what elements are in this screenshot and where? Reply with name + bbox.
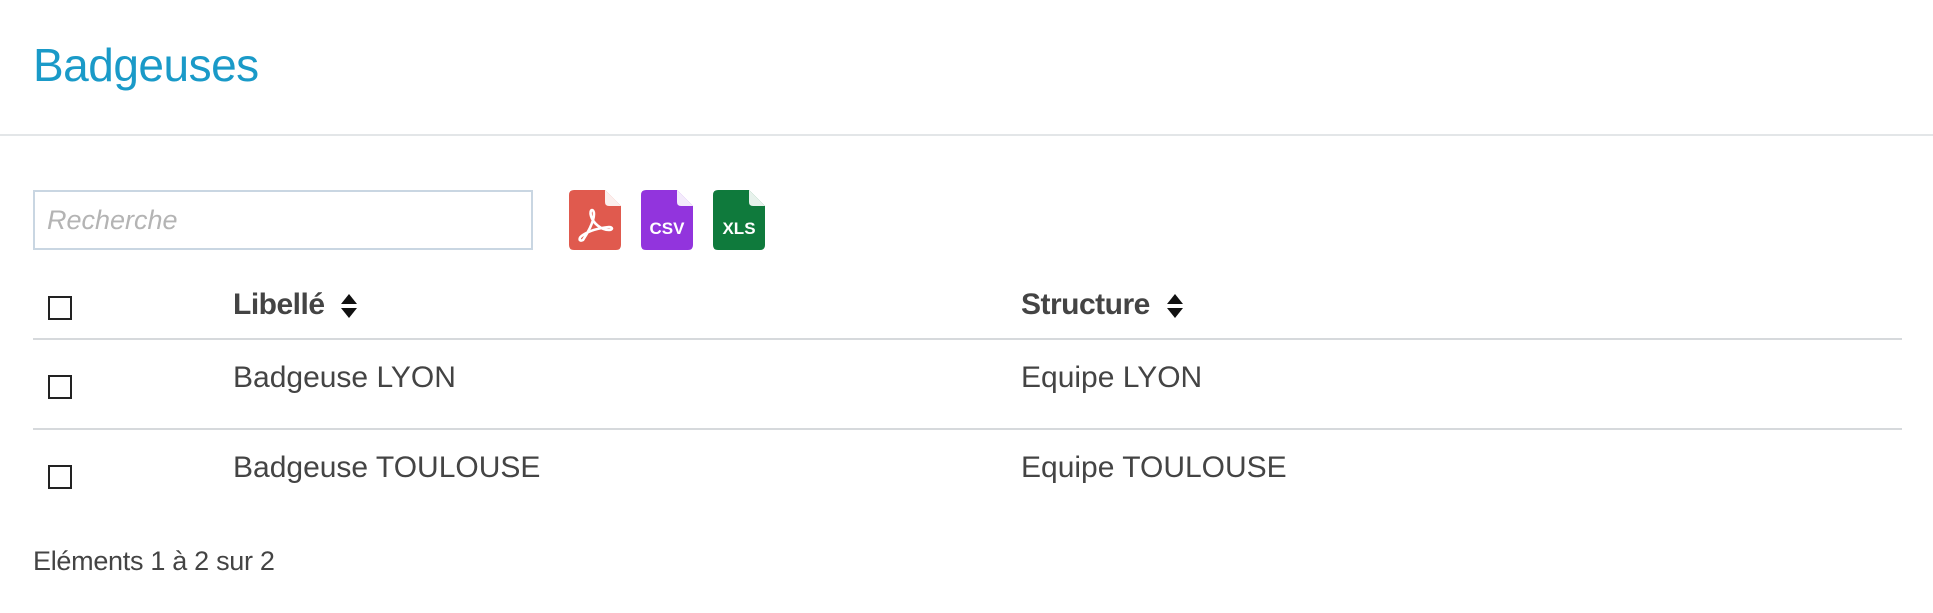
- search-input[interactable]: [33, 190, 533, 250]
- select-all-cell: [33, 290, 233, 320]
- export-csv-button[interactable]: CSV: [641, 190, 693, 250]
- row-label: Badgeuse TOULOUSE: [233, 451, 541, 484]
- row-checkbox[interactable]: [48, 465, 72, 489]
- data-table: Libellé Structure Badgeuse LYON Equipe L…: [33, 272, 1902, 518]
- column-header-label-text: Libellé: [233, 288, 325, 321]
- pdf-file-icon: [569, 190, 621, 250]
- table-row[interactable]: Badgeuse TOULOUSE Equipe TOULOUSE: [33, 430, 1902, 518]
- sort-icon: [341, 294, 358, 319]
- page-title: Badgeuses: [33, 39, 259, 91]
- export-xls-button[interactable]: XLS: [713, 190, 765, 250]
- csv-file-icon: CSV: [641, 190, 693, 250]
- row-structure: Equipe TOULOUSE: [1021, 451, 1287, 484]
- table-header-row: Libellé Structure: [33, 272, 1902, 340]
- row-label: Badgeuse LYON: [233, 361, 456, 394]
- toolbar: CSV XLS: [33, 188, 765, 252]
- export-pdf-button[interactable]: [569, 190, 621, 250]
- sort-icon: [1166, 294, 1183, 319]
- select-all-checkbox[interactable]: [48, 296, 72, 320]
- csv-icon-label: CSV: [650, 219, 686, 238]
- page-header: Badgeuses: [0, 0, 1933, 136]
- xls-file-icon: XLS: [713, 190, 765, 250]
- page: Badgeuses CSV XLS: [0, 0, 1933, 613]
- table-row[interactable]: Badgeuse LYON Equipe LYON: [33, 340, 1902, 430]
- column-header-structure[interactable]: Structure: [1021, 288, 1902, 322]
- xls-icon-label: XLS: [722, 219, 755, 238]
- column-header-structure-text: Structure: [1021, 288, 1150, 321]
- pagination-info: Eléments 1 à 2 sur 2: [33, 546, 275, 576]
- column-header-label[interactable]: Libellé: [233, 288, 1021, 322]
- row-checkbox[interactable]: [48, 375, 72, 399]
- row-select-cell: [33, 369, 233, 399]
- row-select-cell: [33, 459, 233, 489]
- row-structure: Equipe LYON: [1021, 361, 1203, 394]
